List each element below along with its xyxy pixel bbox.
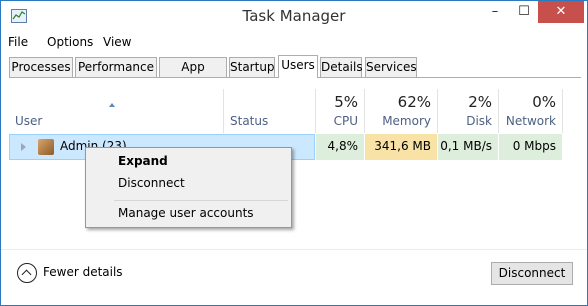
user-avatar-icon — [38, 139, 54, 155]
context-menu-disconnect-label: Disconnect — [118, 176, 185, 190]
column-header-status[interactable]: Status — [224, 89, 315, 133]
column-header-network[interactable]: 0% Network — [499, 89, 562, 133]
tab-services[interactable]: Services — [365, 57, 417, 77]
cell-network: 0 Mbps — [499, 134, 562, 160]
fewer-details-label[interactable]: Fewer details — [43, 265, 123, 279]
cell-cpu: 4,8% — [316, 134, 364, 160]
column-label-memory: Memory — [382, 114, 431, 128]
context-menu-manage-accounts[interactable]: Manage user accounts — [86, 203, 291, 225]
column-header-cpu[interactable]: 5% CPU — [316, 89, 364, 133]
chevron-up-icon[interactable] — [17, 263, 37, 283]
close-button[interactable]: ✕ — [538, 1, 584, 23]
expand-arrow-icon[interactable] — [21, 143, 26, 151]
cell-memory: 341,6 MB — [365, 134, 437, 160]
column-label-cpu: CPU — [333, 114, 358, 128]
tab-users[interactable]: Users — [278, 55, 318, 78]
title-bar: Task Manager – ☐ ✕ — [1, 1, 587, 31]
memory-total-pct: 62% — [397, 93, 431, 111]
column-label-user: User — [15, 114, 43, 128]
context-menu-expand[interactable]: Expand — [86, 151, 291, 173]
tab-processes[interactable]: Processes — [9, 57, 73, 77]
context-menu-separator — [114, 200, 288, 201]
disk-total-pct: 2% — [468, 93, 492, 111]
tab-performance[interactable]: Performance — [75, 57, 157, 77]
network-value: 0 Mbps — [512, 139, 556, 153]
context-menu-manage-label: Manage user accounts — [118, 206, 254, 220]
context-menu-expand-label: Expand — [118, 154, 168, 168]
context-menu-disconnect[interactable]: Disconnect — [86, 173, 291, 195]
column-header-memory[interactable]: 62% Memory — [365, 89, 437, 133]
memory-value: 341,6 MB — [374, 139, 431, 153]
network-total-pct: 0% — [532, 93, 556, 111]
tab-strip: Processes Performance App history Startu… — [9, 55, 581, 92]
footer-divider — [1, 249, 587, 250]
scrollbar-track[interactable] — [562, 89, 582, 248]
minimize-button[interactable]: – — [480, 1, 510, 23]
tab-details[interactable]: Details — [320, 57, 363, 77]
disk-value: 0,1 MB/s — [440, 139, 492, 153]
tab-app-history[interactable]: App history — [159, 57, 227, 92]
column-label-disk: Disk — [466, 114, 492, 128]
maximize-button[interactable]: ☐ — [510, 1, 538, 23]
disconnect-button[interactable]: Disconnect — [491, 262, 573, 285]
menu-file[interactable]: File — [8, 33, 28, 51]
menu-view[interactable]: View — [103, 33, 131, 51]
column-label-status: Status — [230, 114, 269, 128]
cpu-total-pct: 5% — [334, 93, 358, 111]
tab-startup[interactable]: Startup — [229, 57, 275, 77]
cell-disk: 0,1 MB/s — [438, 134, 498, 160]
context-menu: Expand Disconnect Manage user accounts — [85, 147, 292, 228]
menu-options[interactable]: Options — [47, 33, 93, 51]
sort-ascending-icon — [109, 103, 115, 107]
column-header-disk[interactable]: 2% Disk — [438, 89, 498, 133]
column-label-network: Network — [505, 114, 556, 128]
column-header-user[interactable]: User — [9, 89, 223, 133]
cpu-value: 4,8% — [327, 139, 359, 153]
